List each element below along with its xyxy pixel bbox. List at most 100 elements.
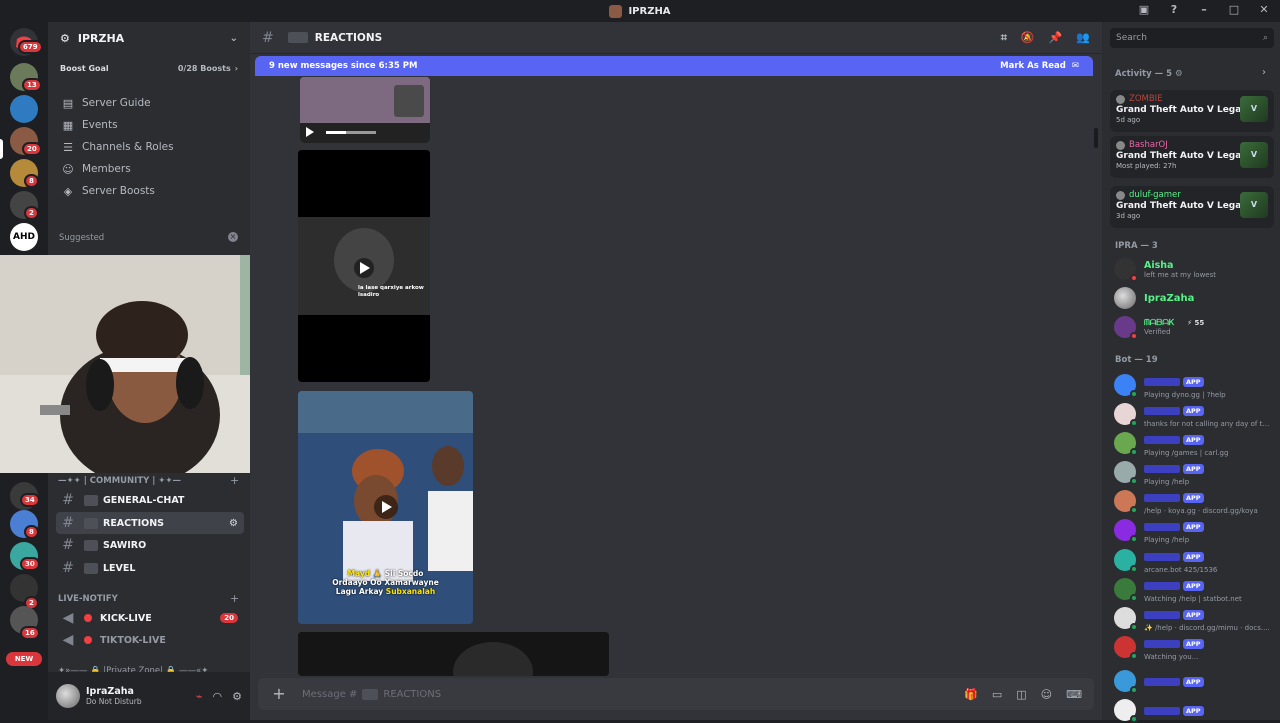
member-name: Aisha <box>1144 259 1174 271</box>
search-placeholder: Search <box>1116 33 1147 43</box>
message-composer[interactable]: + Message # REACTIONS 🎁 ▭ ◫ ☺ ⌨ <box>258 678 1094 710</box>
minimize-button[interactable]: – <box>1196 3 1212 16</box>
avatar <box>1114 432 1138 456</box>
server-gear-icon: ⚙ <box>60 31 70 45</box>
activity-header[interactable]: Activity — 5 ⚙ <box>1115 69 1183 79</box>
inbox-icon[interactable]: ▣ <box>1136 3 1152 16</box>
activity-card[interactable]: ZOMBIE Grand Theft Auto V Legacy 5d ago … <box>1110 90 1274 132</box>
app-tag: APP <box>1183 493 1204 503</box>
chevron-right-icon: › <box>234 63 238 73</box>
hash-icon: # <box>62 515 74 531</box>
channel-sawiro[interactable]: # SAWIRO <box>56 534 244 556</box>
notification-bell-icon[interactable]: 🔕 <box>1021 31 1035 45</box>
search-input[interactable]: Search ⌕ <box>1110 28 1274 48</box>
maximize-button[interactable]: □ <box>1226 3 1242 16</box>
server-name: IPRZHA <box>77 31 125 45</box>
bot-member-item[interactable]: APP Playing /help <box>1114 459 1274 486</box>
bot-member-item[interactable]: APP Watching you... <box>1114 634 1274 661</box>
member-list-panel: Search ⌕ Activity — 5 ⚙ › ZOMBIE Grand T… <box>1102 22 1280 723</box>
bot-member-item[interactable]: APP Playing /games | carl.gg <box>1114 430 1274 457</box>
chevron-right-icon[interactable]: › <box>1262 67 1266 78</box>
add-channel-icon[interactable]: + <box>230 474 239 487</box>
bot-status: Playing dyno.gg | ?help <box>1144 390 1226 399</box>
member-list-icon[interactable]: 👥 <box>1076 31 1090 45</box>
pin-icon[interactable]: 📌 <box>1049 31 1063 45</box>
channel-level[interactable]: # LEVEL <box>56 557 244 579</box>
server-header[interactable]: ⚙ IPRZHA ⌄ <box>48 22 250 54</box>
avatar <box>1114 549 1138 573</box>
add-attachment-icon[interactable]: + <box>270 685 288 703</box>
avatar <box>1116 94 1125 104</box>
category-community[interactable]: —✦✦ | COMMUNITY | ✦✦— <box>58 476 181 486</box>
video-attachment[interactable] <box>300 77 430 143</box>
new-messages-banner[interactable]: 9 new messages since 6:35 PM Mark As Rea… <box>255 56 1093 76</box>
boost-goal[interactable]: Boost Goal 0/28 Boosts › <box>56 58 242 78</box>
video-attachment[interactable] <box>298 632 609 676</box>
gif-icon[interactable]: ▭ <box>992 688 1002 701</box>
video-thumbnail <box>300 77 430 143</box>
caption-word: Sii Socdo <box>384 569 424 578</box>
nav-members[interactable]: ☺ Members <box>48 158 250 180</box>
bot-member-item[interactable]: APP thanks for not calling any day of th.… <box>1114 401 1274 428</box>
nav-events[interactable]: ▦ Events <box>48 114 250 136</box>
video-attachment[interactable]: Mayd 🙏 Sii Socdo Ordaayo Oo Xamarwayne L… <box>298 391 473 624</box>
nav-server-guide[interactable]: ▤ Server Guide <box>48 92 250 114</box>
threads-icon[interactable]: ⌗ <box>1001 31 1007 45</box>
channel-emoji-icon <box>362 688 379 700</box>
avatar <box>1114 258 1138 282</box>
scrollbar[interactable] <box>1094 128 1098 148</box>
emoji-icon[interactable]: ☺ <box>1041 688 1052 701</box>
bot-name-redacted <box>1144 494 1180 502</box>
headphones-icon[interactable]: ◠ <box>213 690 223 703</box>
status-online-icon <box>1130 652 1138 660</box>
bot-member-item[interactable]: APP ✨ /help · discord.gg/mimu · docs.... <box>1114 605 1274 632</box>
server-icon-2[interactable] <box>10 95 38 123</box>
user-status: Do Not Disturb <box>86 697 142 706</box>
close-button[interactable]: ✕ <box>1256 3 1272 16</box>
nav-server-boosts[interactable]: ◈ Server Boosts <box>48 180 250 202</box>
mark-read-icon: ✉ <box>1071 61 1079 71</box>
bot-member-item[interactable]: APP Watching /help | statbot.net <box>1114 576 1274 603</box>
channel-reactions[interactable]: # REACTIONS ⚙ <box>56 512 244 534</box>
bot-member-item[interactable]: APP/help · koya.gg · discord.gg/koya <box>1114 488 1274 515</box>
bot-member-item[interactable]: APP <box>1114 697 1274 723</box>
channel-tiktok-live[interactable]: ◀ TIKTOK-LIVE <box>56 629 244 651</box>
status-online-icon <box>1130 448 1138 456</box>
channel-settings-icon[interactable]: ⚙ <box>229 518 238 529</box>
gta-game-icon: V <box>1240 142 1268 168</box>
category-live-notify[interactable]: LIVE-NOTIFY <box>58 594 118 604</box>
activity-card[interactable]: BasharOJ Grand Theft Auto V Legacy Most … <box>1110 136 1274 178</box>
video-attachment[interactable]: la lase qarxiye arkow lsadiro <box>298 150 430 382</box>
bot-name-redacted <box>1144 436 1180 444</box>
dismiss-suggested-icon[interactable]: × <box>228 232 238 242</box>
suggested-label: Suggested <box>59 233 105 243</box>
member-tag: ⚡ 55 <box>1187 319 1205 327</box>
channel-emoji-icon <box>287 32 308 43</box>
status-online-icon <box>1130 686 1138 694</box>
add-channel-icon[interactable]: + <box>230 592 239 605</box>
nav-channels-roles[interactable]: ☰ Channels & Roles <box>48 136 250 158</box>
live-dot-icon <box>84 636 92 644</box>
server-icon-ahd[interactable]: AHD <box>10 223 38 251</box>
gift-icon[interactable]: 🎁 <box>964 688 978 701</box>
activity-label: Activity — 5 <box>1115 69 1172 79</box>
bot-member-item[interactable]: APP <box>1114 668 1274 694</box>
server-icon <box>609 4 623 18</box>
member-item[interactable]: IpraZaha <box>1114 285 1274 311</box>
mark-as-read-button[interactable]: Mark As Read <box>1000 61 1066 71</box>
user-settings-icon[interactable]: ⚙ <box>232 690 242 703</box>
channel-general-chat[interactable]: # GENERAL-CHAT <box>56 489 244 511</box>
mute-mic-icon[interactable]: ⌁ <box>196 690 203 703</box>
activity-card[interactable]: duluf-gamer Grand Theft Auto V Legacy 3d… <box>1110 186 1274 228</box>
sticker-icon[interactable]: ◫ <box>1016 688 1026 701</box>
apps-icon[interactable]: ⌨ <box>1066 688 1082 701</box>
bot-member-item[interactable]: APP arcane.bot 425/1536 <box>1114 547 1274 574</box>
bot-member-item[interactable]: APP Playing dyno.gg | ?help <box>1114 372 1274 399</box>
category-label: LIVE-NOTIFY <box>58 594 118 604</box>
help-icon[interactable]: ? <box>1166 3 1182 16</box>
avatar[interactable] <box>56 684 80 708</box>
member-item[interactable]: Aisha left me at my lowest <box>1114 256 1274 282</box>
bot-member-item[interactable]: APP Playing /help <box>1114 517 1274 544</box>
member-item[interactable]: ᗰᗩᗷᗩᏦ ⚡ 55 Verified <box>1114 314 1274 340</box>
channel-kick-live[interactable]: ◀ KICK-LIVE 20 <box>56 607 244 629</box>
